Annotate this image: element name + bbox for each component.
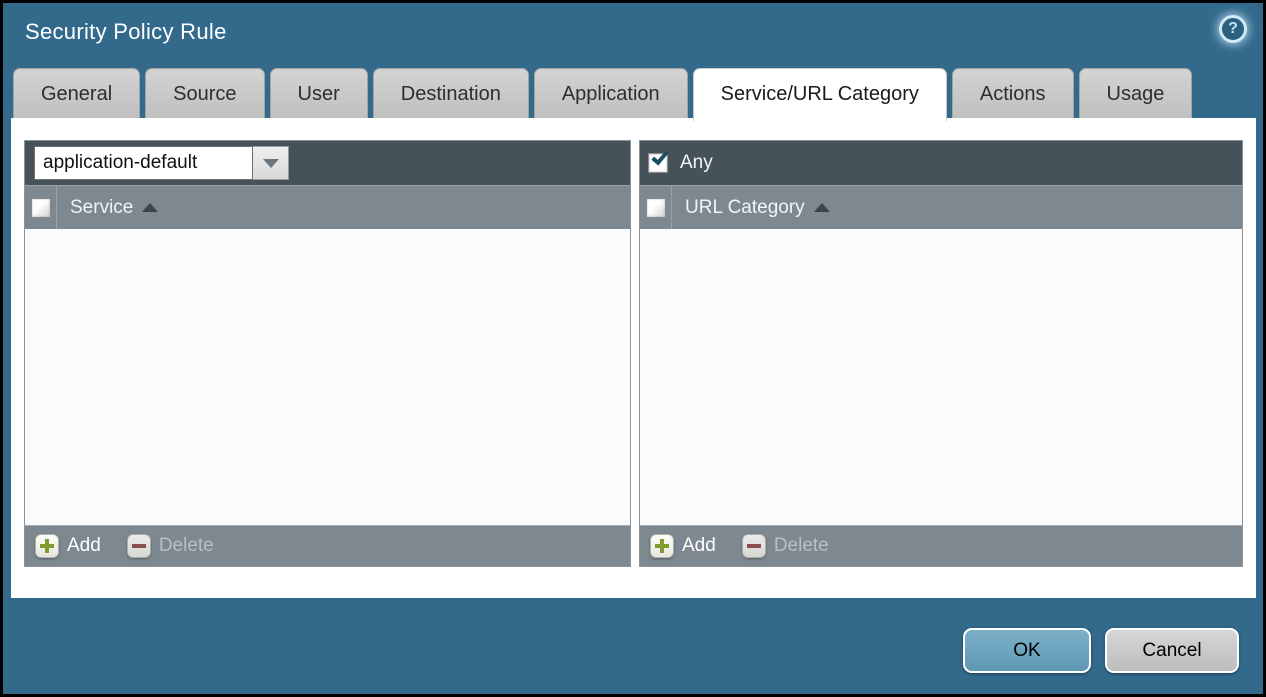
url-category-add-button[interactable]: Add — [650, 534, 716, 558]
add-button-label: Add — [67, 535, 101, 557]
service-column-label: Service — [70, 197, 133, 219]
service-panel-footer: Add Delete — [25, 525, 630, 566]
service-delete-button[interactable]: Delete — [127, 534, 214, 558]
add-button-label: Add — [682, 535, 716, 557]
delete-button-label: Delete — [159, 535, 214, 557]
dialog-title: Security Policy Rule — [25, 19, 227, 45]
tab-source[interactable]: Source — [145, 68, 264, 118]
any-checkbox-row: Any — [648, 152, 713, 174]
any-checkbox-label: Any — [680, 152, 713, 174]
add-plus-icon — [650, 534, 674, 558]
url-category-select-all-checkbox[interactable] — [646, 198, 666, 218]
service-panel-header — [25, 141, 630, 185]
url-category-delete-button[interactable]: Delete — [742, 534, 829, 558]
delete-button-label: Delete — [774, 535, 829, 557]
delete-minus-icon — [742, 534, 766, 558]
sort-ascending-icon — [142, 203, 158, 212]
ok-button[interactable]: OK — [963, 628, 1091, 673]
tab-application[interactable]: Application — [534, 68, 688, 118]
service-type-dropdown-button[interactable] — [253, 146, 289, 180]
service-select-all-cell — [25, 186, 57, 229]
tab-user[interactable]: User — [270, 68, 368, 118]
url-category-select-all-cell — [640, 186, 672, 229]
service-table-body — [25, 229, 630, 525]
add-plus-icon — [35, 534, 59, 558]
url-category-panel-footer: Add Delete — [640, 525, 1242, 566]
url-category-panel-header: Any — [640, 141, 1242, 185]
checkmark-icon — [651, 147, 668, 165]
tab-bar: General Source User Destination Applicat… — [13, 68, 1192, 118]
tab-usage[interactable]: Usage — [1079, 68, 1193, 118]
any-checkbox[interactable] — [648, 153, 668, 173]
delete-minus-icon — [127, 534, 151, 558]
url-category-table-header-row: URL Category — [640, 185, 1242, 229]
url-category-table-body — [640, 229, 1242, 525]
tab-destination[interactable]: Destination — [373, 68, 529, 118]
chevron-down-icon — [263, 159, 279, 168]
url-category-column-header[interactable]: URL Category — [685, 197, 830, 219]
tab-actions[interactable]: Actions — [952, 68, 1074, 118]
help-icon[interactable]: ? — [1219, 15, 1247, 43]
service-type-input[interactable] — [34, 146, 253, 180]
url-category-column-label: URL Category — [685, 197, 805, 219]
sort-ascending-icon — [814, 203, 830, 212]
service-column-header[interactable]: Service — [70, 197, 158, 219]
service-type-combobox — [34, 146, 289, 180]
url-category-panel: Any URL Category Add — [639, 140, 1243, 567]
service-add-button[interactable]: Add — [35, 534, 101, 558]
tab-general[interactable]: General — [13, 68, 140, 118]
service-select-all-checkbox[interactable] — [31, 198, 51, 218]
tab-service-url-category[interactable]: Service/URL Category — [693, 68, 947, 121]
cancel-button[interactable]: Cancel — [1105, 628, 1239, 673]
service-panel: Service Add Delete — [24, 140, 631, 567]
service-table-header-row: Service — [25, 185, 630, 229]
tab-content: Service Add Delete — [11, 118, 1256, 598]
security-policy-rule-dialog: Security Policy Rule ? General Source Us… — [3, 3, 1263, 694]
